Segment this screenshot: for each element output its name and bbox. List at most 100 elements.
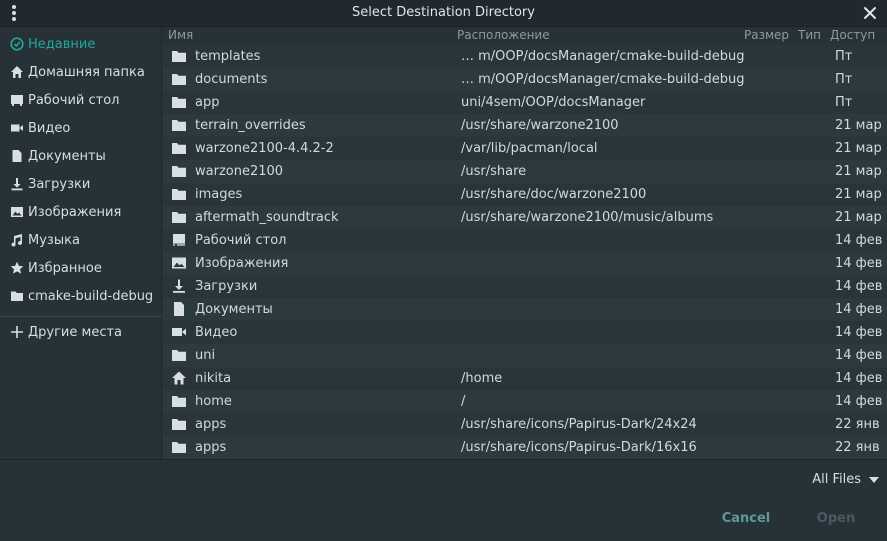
table-row[interactable]: Изображения 14 фев — [163, 252, 887, 275]
document-icon — [171, 301, 187, 317]
sidebar-item-label: cmake-build-debug — [28, 288, 154, 304]
table-row[interactable]: apps/usr/share/icons/Papirus-Dark/16x16 2… — [163, 436, 887, 459]
file-access-date: 21 мар — [835, 141, 882, 156]
table-row[interactable]: app uni/4sem/OOP/docsManager Пт — [163, 91, 887, 114]
table-row[interactable]: terrain_overrides/usr/share/warzone2100 2… — [163, 114, 887, 137]
sidebar-item-label: Избранное — [28, 260, 102, 276]
table-row[interactable]: uni 14 фев — [163, 344, 887, 367]
sidebar-item-label: Другие места — [28, 324, 123, 340]
table-row[interactable]: templates … m/OOP/docsManager/cmake-build… — [163, 45, 887, 68]
file-access-date: 21 мар — [835, 210, 882, 225]
file-filter-value: All Files — [812, 471, 861, 487]
sidebar-item-label: Загрузки — [28, 176, 91, 192]
file-access-date: 14 фев — [835, 233, 883, 248]
file-access-date: 14 фев — [835, 256, 883, 271]
table-row[interactable]: images/usr/share/doc/warzone2100 21 мар — [163, 183, 887, 206]
file-list[interactable]: Имя Расположение Размер Тип Доступ templ… — [163, 27, 887, 459]
file-name: Рабочий стол — [195, 233, 287, 248]
folder-icon — [171, 186, 187, 202]
file-access-date: 22 янв — [835, 417, 880, 432]
desktop-icon — [9, 92, 25, 108]
folder-icon — [171, 416, 187, 432]
file-location: /usr/share/warzone2100/music/albums — [461, 210, 714, 225]
column-access[interactable]: Доступ — [830, 28, 875, 42]
table-row[interactable]: Рабочий стол 14 фев — [163, 229, 887, 252]
file-name: Видео — [195, 325, 238, 340]
sidebar-item-desktop[interactable]: Рабочий стол — [0, 86, 162, 114]
file-name: Документы — [195, 302, 273, 317]
window-title: Select Destination Directory — [352, 5, 535, 20]
column-header: Имя Расположение Размер Тип Доступ — [163, 27, 887, 44]
file-location: … m/OOP/docsManager/cmake-build-debug — [461, 72, 745, 87]
file-location: uni/4sem/OOP/docsManager — [461, 95, 646, 110]
folder-icon — [9, 288, 25, 304]
table-row[interactable]: nikita/home 14 фев — [163, 367, 887, 390]
file-filter-dropdown[interactable]: All Files — [812, 468, 879, 490]
table-row[interactable]: apps/usr/share/icons/Papirus-Dark/24x24 2… — [163, 413, 887, 436]
file-name: uni — [195, 348, 216, 363]
file-access-date: 14 фев — [835, 394, 883, 409]
video-icon — [171, 324, 187, 340]
sidebar-item-other-places[interactable]: Другие места — [0, 318, 162, 346]
file-location: /usr/share — [461, 164, 527, 179]
home-icon — [171, 370, 187, 386]
column-size[interactable]: Размер — [744, 28, 789, 42]
sidebar-item-favorites[interactable]: Избранное — [0, 254, 162, 282]
sidebar-item-home[interactable]: Домашняя папка — [0, 58, 162, 86]
sidebar-item-downloads[interactable]: Загрузки — [0, 170, 162, 198]
table-row[interactable]: aftermath_soundtrack/usr/share/warzone21… — [163, 206, 887, 229]
file-location: / — [461, 394, 466, 409]
table-row[interactable]: warzone2100/usr/share 21 мар — [163, 160, 887, 183]
sidebar-item-cmake-build-debug[interactable]: cmake-build-debug — [0, 282, 162, 310]
title-bar: Select Destination Directory — [0, 0, 887, 27]
sidebar-item-documents[interactable]: Документы — [0, 142, 162, 170]
file-access-date: 21 мар — [835, 187, 882, 202]
sidebar-item-music[interactable]: Музыка — [0, 226, 162, 254]
file-name: Загрузки — [195, 279, 258, 294]
folder-icon — [171, 71, 187, 87]
sidebar-item-pictures[interactable]: Изображения — [0, 198, 162, 226]
file-location: /home — [461, 371, 503, 386]
file-location: /usr/share/warzone2100 — [461, 118, 619, 133]
file-location: /var/lib/pacman/local — [461, 141, 598, 156]
desktop-icon — [171, 232, 187, 248]
table-row[interactable]: documents … m/OOP/docsManager/cmake-build… — [163, 68, 887, 91]
dialog-footer: All Files Cancel Open — [0, 459, 887, 541]
cancel-button[interactable]: Cancel — [706, 508, 786, 530]
file-access-date: 14 фев — [835, 348, 883, 363]
home-icon — [9, 64, 25, 80]
column-type[interactable]: Тип — [798, 28, 821, 42]
file-access-date: 21 мар — [835, 164, 882, 179]
file-name: apps — [195, 417, 227, 432]
sidebar-item-label: Домашняя папка — [28, 64, 145, 80]
download-icon — [171, 278, 187, 294]
places-sidebar: Недавние Домашняя папка Рабочий стол Вид… — [0, 27, 162, 459]
sidebar-item-label: Изображения — [28, 204, 122, 220]
open-button[interactable]: Open — [797, 508, 875, 530]
file-access-date: 14 фев — [835, 371, 883, 386]
document-icon — [9, 148, 25, 164]
file-access-date: Пт — [835, 49, 853, 64]
folder-icon — [171, 94, 187, 110]
close-icon[interactable] — [861, 4, 879, 22]
table-row[interactable]: Видео 14 фев — [163, 321, 887, 344]
file-name: nikita — [195, 371, 232, 386]
music-icon — [9, 232, 25, 248]
download-icon — [9, 176, 25, 192]
sidebar-item-label: Рабочий стол — [28, 92, 120, 108]
column-location[interactable]: Расположение — [457, 28, 550, 42]
table-row[interactable]: Документы 14 фев — [163, 298, 887, 321]
sidebar-item-recent[interactable]: Недавние — [0, 30, 162, 58]
folder-icon — [171, 117, 187, 133]
folder-icon — [171, 163, 187, 179]
column-name[interactable]: Имя — [168, 28, 193, 42]
file-name: templates — [195, 49, 261, 64]
table-row[interactable]: warzone2100-4.4.2-2/var/lib/pacman/local… — [163, 137, 887, 160]
table-row[interactable]: Загрузки 14 фев — [163, 275, 887, 298]
file-name: app — [195, 95, 220, 110]
table-row[interactable]: home / 14 фев — [163, 390, 887, 413]
sidebar-item-videos[interactable]: Видео — [0, 114, 162, 142]
star-icon — [9, 260, 25, 276]
file-access-date: 14 фев — [835, 325, 883, 340]
sidebar-divider — [0, 316, 162, 317]
